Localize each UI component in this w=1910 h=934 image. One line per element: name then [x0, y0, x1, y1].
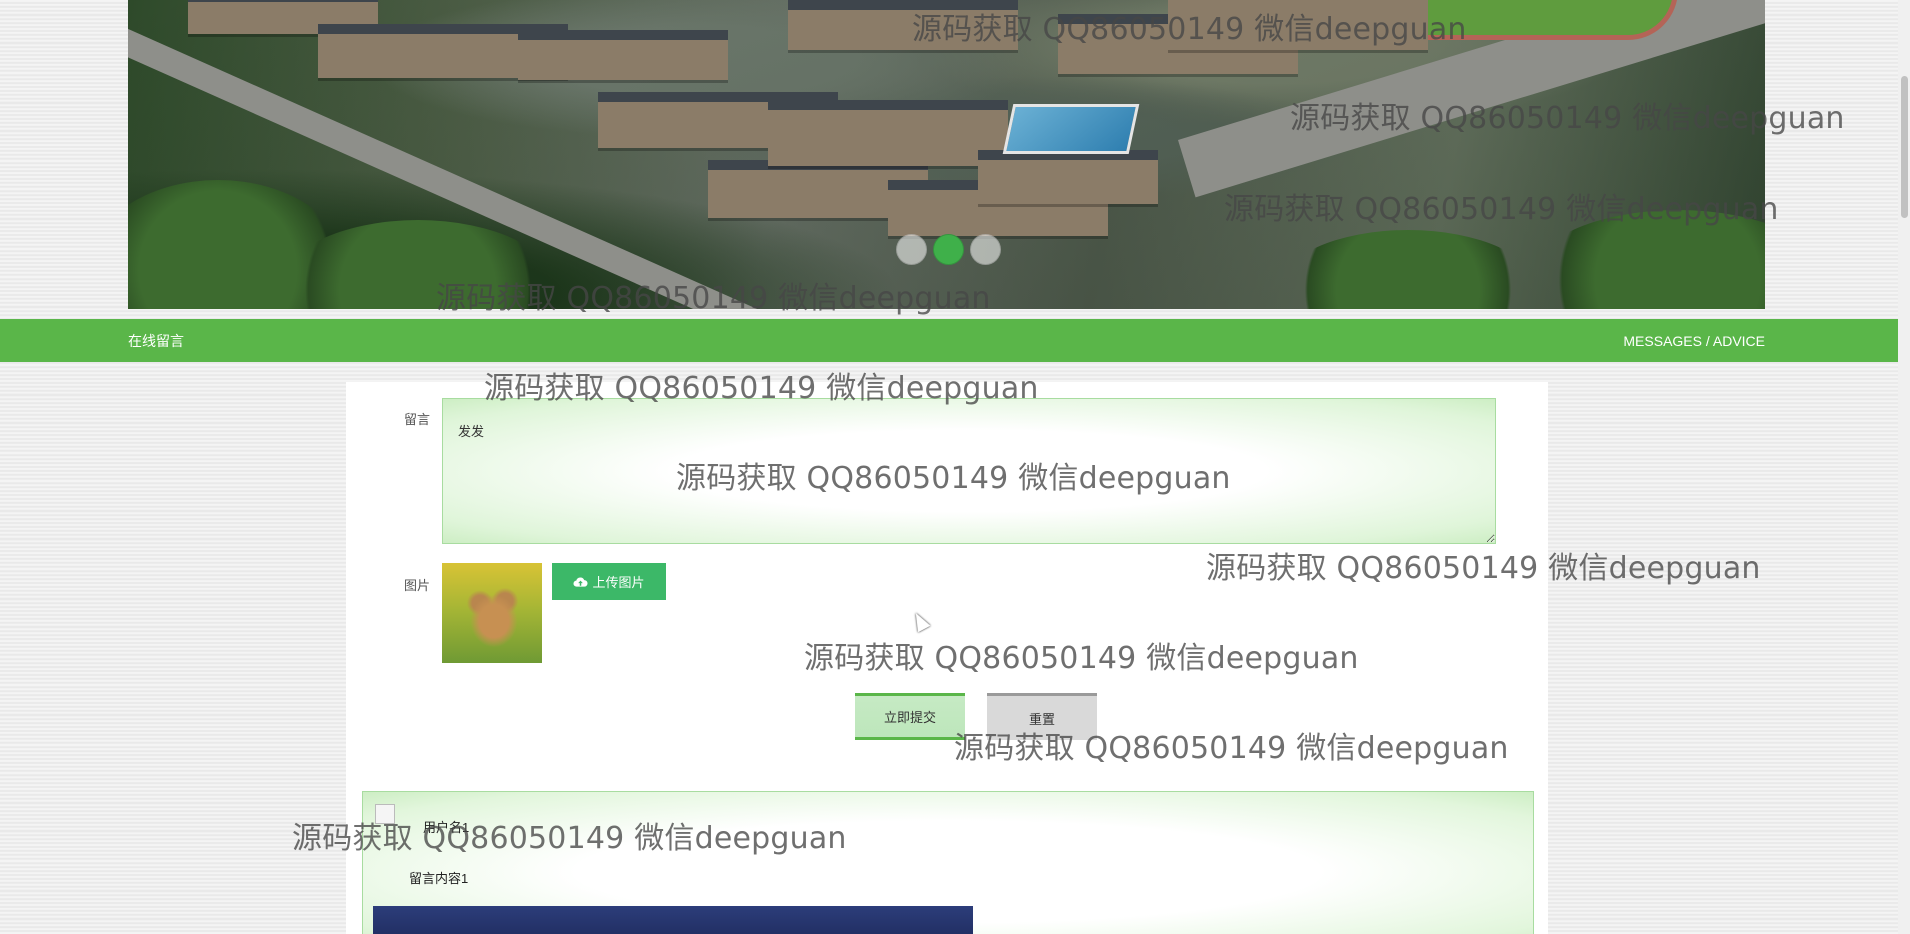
section-title-bar: 在线留言 MESSAGES / ADVICE: [0, 319, 1898, 362]
banner-trees: [1278, 230, 1538, 309]
reset-button[interactable]: 重置: [987, 693, 1097, 740]
banner-building: [518, 30, 728, 80]
carousel-dot-3[interactable]: [970, 234, 1001, 265]
message-username: 用户名1: [423, 820, 470, 835]
scrollbar-thumb[interactable]: [1901, 76, 1908, 218]
message-list-item: 用户名1 留言内容1: [362, 791, 1534, 934]
carousel-dot-1[interactable]: [896, 234, 927, 265]
message-content: 留言内容1: [409, 871, 469, 886]
banner-pool: [1002, 104, 1140, 154]
banner-building: [788, 0, 1018, 50]
message-image: [373, 906, 973, 934]
upload-image-label: 上传图片: [592, 575, 645, 590]
banner-building: [768, 100, 1008, 166]
carousel-dots: [896, 234, 1001, 265]
upload-image-button[interactable]: 上传图片: [552, 563, 666, 600]
banner-building: [1168, 0, 1428, 50]
section-title: 在线留言: [128, 332, 184, 349]
banner-building: [978, 150, 1158, 204]
image-label: 图片: [404, 578, 431, 593]
uploaded-image-thumbnail: [442, 563, 542, 663]
message-label: 留言: [404, 412, 431, 427]
cloud-upload-icon: [573, 577, 589, 587]
page-scrollbar[interactable]: [1898, 0, 1910, 934]
carousel-dot-2[interactable]: [933, 234, 964, 265]
submit-button[interactable]: 立即提交: [855, 693, 965, 740]
banner-trees: [1528, 210, 1765, 309]
user-avatar: [375, 804, 395, 824]
banner-carousel: [128, 0, 1765, 309]
section-subtitle: MESSAGES / ADVICE: [1623, 332, 1765, 349]
message-textarea[interactable]: 发发: [442, 398, 1496, 544]
